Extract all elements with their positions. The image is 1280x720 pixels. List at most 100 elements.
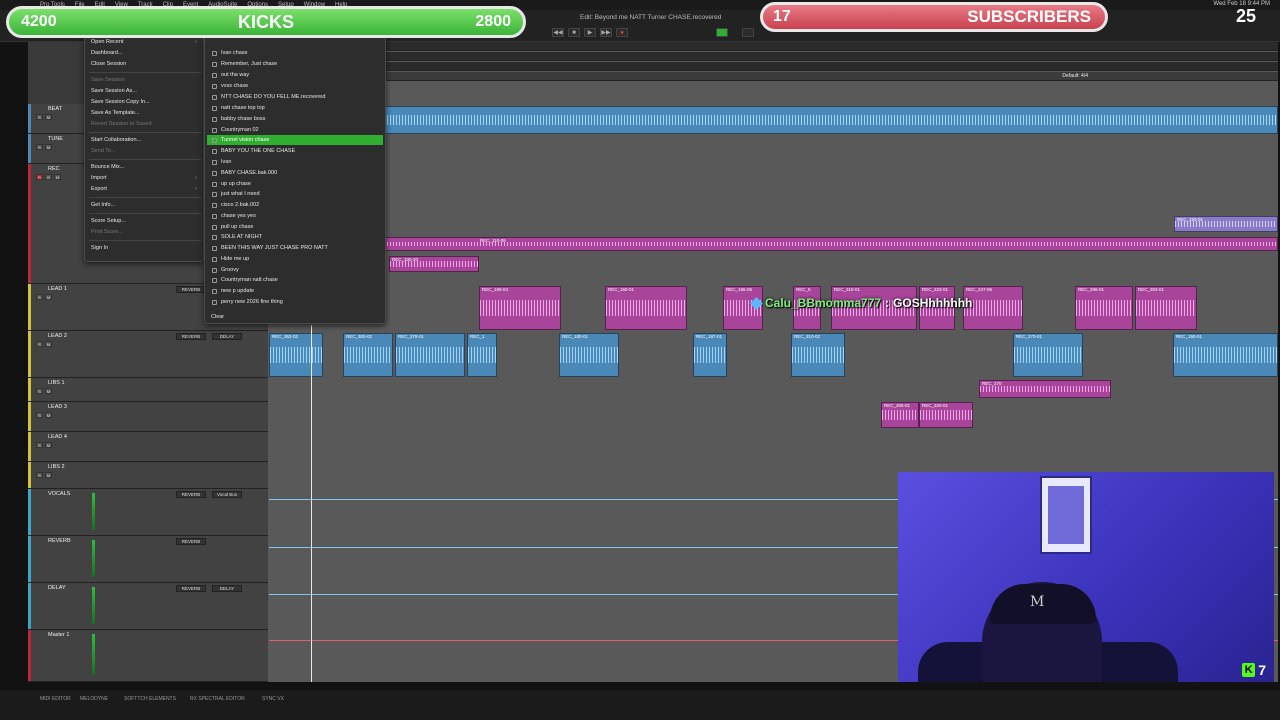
recent-session-item[interactable]: Countryman natt chase	[207, 275, 383, 285]
recent-session-item[interactable]: cisco 2.bak.002	[207, 200, 383, 210]
solo-button[interactable]: S	[36, 144, 43, 150]
solo-button[interactable]: S	[36, 412, 43, 418]
recent-session-item[interactable]: Remember, Just chase	[207, 59, 383, 69]
lead2-clip[interactable]: REC_187-01	[693, 333, 727, 377]
insert-slot[interactable]: REVERB	[176, 286, 206, 293]
ruler-tempo[interactable]	[269, 52, 1278, 61]
solo-button[interactable]: S	[36, 114, 43, 120]
solo-button[interactable]: S	[45, 174, 52, 180]
lead2-clip[interactable]: REC_278-01	[395, 333, 465, 377]
lead2-clip[interactable]: REC_1	[467, 333, 497, 377]
rec-clip[interactable]: REC_150-01	[1174, 216, 1278, 232]
menu-item-save-session-as[interactable]: Save Session As...	[91, 88, 137, 94]
recent-session-item[interactable]: perry new 2026 fine thing	[207, 297, 383, 307]
recent-session-item[interactable]: Ivan	[207, 157, 383, 167]
insert-slot[interactable]: REVERB	[176, 585, 206, 592]
playhead-cursor[interactable]	[311, 325, 312, 682]
tab-rx-spectral-editor[interactable]: RX SPECTRAL EDITOR	[190, 696, 245, 702]
lead3-clip[interactable]: REC_320-01	[919, 402, 973, 428]
recent-session-item[interactable]: BABY YOU THE ONE CHASE	[207, 146, 383, 156]
lead1-clip[interactable]: REC_303-01	[1135, 286, 1197, 330]
record-icon[interactable]: ●	[616, 28, 628, 37]
menu-item-start-collaboration[interactable]: Start Collaboration...	[91, 137, 141, 143]
menu-item-save-session-copy[interactable]: Save Session Copy In...	[91, 99, 150, 105]
mute-button[interactable]: M	[54, 174, 61, 180]
insert-slot[interactable]: REVERB	[176, 333, 206, 340]
menu-item-save-as-template[interactable]: Save As Template...	[91, 110, 140, 116]
mute-button[interactable]: M	[45, 472, 52, 478]
solo-button[interactable]: S	[36, 442, 43, 448]
insert-slot[interactable]: REVERB	[176, 538, 206, 545]
recent-session-item[interactable]: just what I need	[207, 189, 383, 199]
mute-button[interactable]: M	[45, 412, 52, 418]
lead1-clip[interactable]: REC_160-01	[605, 286, 687, 330]
lead1-clip[interactable]: REC_296-01	[1075, 286, 1133, 330]
ruler-markers[interactable]: Default: 4/4	[269, 72, 1278, 81]
track-lead-4[interactable]: LEAD 4 SM	[28, 432, 268, 462]
menu-item-close-session[interactable]: Close Session	[91, 61, 126, 67]
mute-button[interactable]: M	[45, 144, 52, 150]
recent-session-item[interactable]: up up chase	[207, 179, 383, 189]
lead2-clip[interactable]: REC_310-02	[791, 333, 845, 377]
record-arm-button[interactable]: R	[36, 174, 43, 180]
rewind-icon[interactable]: ◀◀	[552, 28, 564, 37]
recent-session-item[interactable]: BEEN THIS WAY JUST CHASE PRO NATT	[207, 243, 383, 253]
menu-item-bounce-mix[interactable]: Bounce Mix...	[91, 164, 124, 170]
solo-button[interactable]: S	[36, 294, 43, 300]
fast-forward-icon[interactable]: ▶▶	[600, 28, 612, 37]
recent-session-item-highlighted[interactable]: Tunnel vision chase	[207, 135, 383, 145]
menu-item-export[interactable]: Export ›	[91, 186, 197, 192]
lead2-clip[interactable]: REC_362-02	[269, 333, 323, 377]
track-libs-1[interactable]: LIBS 1 SM	[28, 378, 268, 402]
mute-button[interactable]: M	[45, 341, 52, 347]
send-slot[interactable]: DELAY	[212, 585, 242, 592]
recent-session-item[interactable]: pull up chase	[207, 222, 383, 232]
menu-item-sign-in[interactable]: Sign In	[91, 245, 108, 251]
mute-button[interactable]: M	[45, 442, 52, 448]
play-icon[interactable]: ▶	[584, 28, 596, 37]
rec-clip[interactable]: REC_105-20	[389, 256, 479, 272]
loop-icon[interactable]	[716, 28, 728, 37]
recent-session-item[interactable]: SOLE AT NIGHT	[207, 232, 383, 242]
track-delay[interactable]: DELAY REVERB DELAY	[28, 583, 268, 630]
track-lead-2[interactable]: LEAD 2 SM REVERB DELAY	[28, 331, 268, 378]
lead2-clip[interactable]: REC_150-01	[1173, 333, 1278, 377]
ruler-bars-beats[interactable]	[269, 62, 1278, 71]
menu-item-open-recent[interactable]: Open Recent ›	[91, 39, 197, 45]
beat-clip[interactable]	[269, 106, 1278, 134]
lead2-clip[interactable]: REC_270-01	[1013, 333, 1083, 377]
lead1-clip[interactable]: REC_165-04	[479, 286, 561, 330]
recent-session-item[interactable]: chase yes yes	[207, 211, 383, 221]
tab-melodyne[interactable]: MELODYNE	[80, 696, 108, 702]
menu-item-get-info[interactable]: Get Info...	[91, 202, 115, 208]
recent-session-item[interactable]: NTT CHASE DO YOU FELL ME.recovered	[207, 92, 383, 102]
rec-clip[interactable]: REC_110-08	[269, 237, 1278, 251]
tab-softtch-elements[interactable]: SOFTTCH ELEMENTS	[124, 696, 176, 702]
recent-session-item[interactable]: Ivan chase	[207, 48, 383, 58]
metronome-icon[interactable]	[742, 28, 754, 37]
lead3-clip[interactable]: REC_305-01	[881, 402, 919, 428]
mute-button[interactable]: M	[45, 388, 52, 394]
mute-button[interactable]: M	[45, 294, 52, 300]
track-libs-2[interactable]: LIBS 2 SM	[28, 462, 268, 489]
solo-button[interactable]: S	[36, 341, 43, 347]
recent-session-item[interactable]: Groovy	[207, 265, 383, 275]
clear-recent-button[interactable]: Clear	[207, 312, 383, 322]
ruler-min-secs[interactable]	[269, 42, 1278, 51]
solo-button[interactable]: S	[36, 472, 43, 478]
lead2-clip[interactable]: REC_180-01	[559, 333, 619, 377]
recent-session-item[interactable]: babby chase boss	[207, 114, 383, 124]
track-vocals[interactable]: VOCALS REVERB Vocal Bus	[28, 489, 268, 536]
menu-item-score-setup[interactable]: Score Setup...	[91, 218, 126, 224]
track-master[interactable]: Master 1	[28, 630, 268, 682]
menu-item-dashboard[interactable]: Dashboard...	[91, 50, 123, 56]
recent-session-item[interactable]: Countryman 02	[207, 125, 383, 135]
recent-session-item[interactable]: out tha way	[207, 70, 383, 80]
menu-item-import[interactable]: Import ›	[91, 175, 197, 181]
stop-icon[interactable]: ■	[568, 28, 580, 37]
mute-button[interactable]: M	[45, 114, 52, 120]
tab-midi-editor[interactable]: MIDI EDITOR	[40, 696, 71, 702]
recent-session-item[interactable]: natt chase top top	[207, 103, 383, 113]
recent-session-item[interactable]: BABY CHASE.bak.000	[207, 168, 383, 178]
send-slot[interactable]: Vocal Bus	[212, 491, 242, 498]
